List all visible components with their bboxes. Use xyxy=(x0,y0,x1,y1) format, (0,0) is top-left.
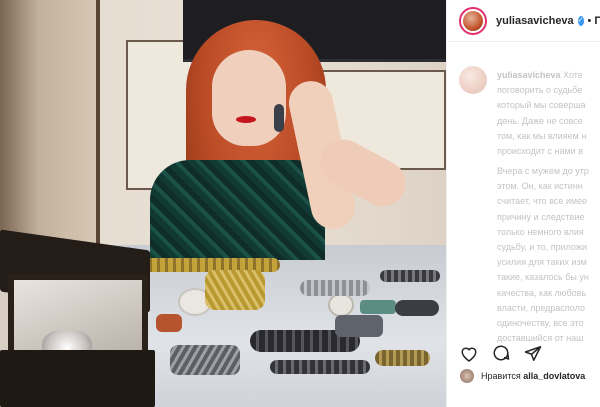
verified-badge-icon: ✓ xyxy=(577,15,584,26)
post-actions xyxy=(459,343,543,363)
caption-line: власти, предрасполо xyxy=(497,302,585,313)
post-photo[interactable] xyxy=(0,0,446,407)
caption-line: только немного влия xyxy=(497,226,584,237)
photo-bracelet xyxy=(335,315,383,337)
caption-line: усилия для таких изм xyxy=(497,257,587,268)
post-sidebar: yuliasavicheva ✓ • По yuliasavicheva Хот… xyxy=(446,0,600,407)
caption-line: yuliasavicheva Хоте xyxy=(497,70,583,80)
caption-line: одиночеству, все это xyxy=(497,318,584,329)
photo-woman xyxy=(150,20,420,260)
caption-line: причину и следствие xyxy=(497,211,585,222)
caption-paragraph: Вчера с мужем до утр этом. Он, как истин… xyxy=(497,164,600,346)
caption-line: Вчера с мужем до утр xyxy=(497,166,589,176)
share-icon[interactable] xyxy=(523,343,543,363)
caption-line: том, как мы влияем н xyxy=(497,130,587,141)
photo-gem xyxy=(156,314,182,332)
liker-avatar[interactable] xyxy=(459,368,475,384)
author-username[interactable]: yuliasavicheva xyxy=(496,15,574,27)
comment-icon[interactable] xyxy=(491,343,511,363)
photo-dress xyxy=(150,160,325,260)
caption-line: этом. Он, как истинн xyxy=(497,181,583,192)
photo-face xyxy=(212,50,286,146)
caption-username[interactable]: yuliasavicheva xyxy=(497,70,561,80)
caption-line: судьбу, и то, приложи xyxy=(497,242,587,253)
photo-gold-chain xyxy=(205,270,265,310)
caption-line: поговорить о судьбе xyxy=(497,85,583,96)
photo-silver-chain xyxy=(300,280,370,296)
header-separator: • xyxy=(587,14,592,27)
photo-bracelet xyxy=(395,300,439,316)
likes-prefix: Нравится xyxy=(481,371,521,381)
caption-line: день. Даже не совсе xyxy=(497,115,583,126)
photo-lips xyxy=(236,116,256,123)
photo-black-chain xyxy=(380,270,440,282)
caption-avatar[interactable] xyxy=(459,66,487,94)
photo-jewelry-box xyxy=(0,229,155,407)
photo-black-chain xyxy=(270,360,370,374)
caption-line: качества, как любовь xyxy=(497,287,587,298)
follow-button[interactable]: По xyxy=(594,15,600,27)
caption-line: такие, казалось бы ун xyxy=(497,272,589,283)
photo-brooch xyxy=(170,345,240,375)
caption-line: который мы соверша xyxy=(497,100,586,111)
likes-summary: Нравится alla_dovlatova xyxy=(459,368,585,384)
likes-text: Нравится alla_dovlatova xyxy=(481,371,585,381)
caption-line: происходит с нами в xyxy=(497,146,583,157)
photo-door xyxy=(0,0,100,250)
photo-earring xyxy=(274,104,284,132)
post-header: yuliasavicheva ✓ • По xyxy=(447,0,600,42)
author-avatar[interactable] xyxy=(459,6,487,35)
photo-gold-chain xyxy=(375,350,430,366)
photo-pearl xyxy=(330,295,352,315)
liker-username[interactable]: alla_dovlatova xyxy=(523,371,585,381)
photo-gem xyxy=(360,300,396,314)
caption-line: считает, что все имее xyxy=(497,196,588,207)
heart-icon[interactable] xyxy=(459,343,479,363)
caption-text: yuliasavicheva Хоте поговорить о судьбе … xyxy=(497,68,600,159)
photo-box-base xyxy=(0,350,155,407)
